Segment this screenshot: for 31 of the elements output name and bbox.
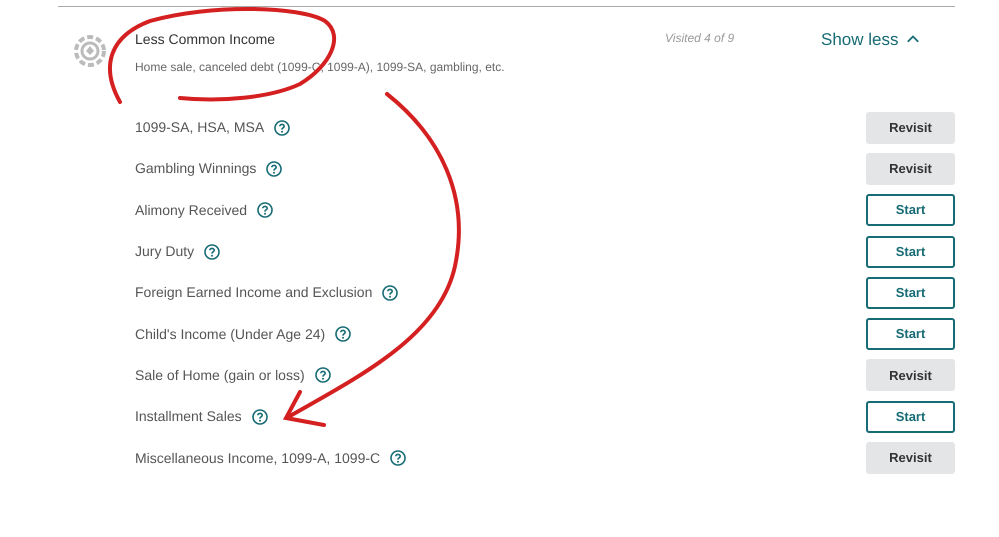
start-button[interactable]: Start xyxy=(866,276,955,309)
help-icon[interactable] xyxy=(382,284,398,301)
help-icon[interactable] xyxy=(252,408,268,425)
start-button[interactable]: Start xyxy=(866,318,955,350)
show-less-link[interactable]: Show less xyxy=(821,27,920,52)
revisit-button[interactable]: Revisit xyxy=(866,112,955,144)
help-icon[interactable] xyxy=(204,244,220,260)
item-label: Miscellaneous Income, 1099-A, 1099-C xyxy=(135,448,380,468)
item-label: Child's Income (Under Age 24) xyxy=(135,324,326,344)
item-label: 1099-SA, HSA, MSA xyxy=(135,118,264,138)
help-icon[interactable] xyxy=(314,367,331,384)
item-label: Gambling Winnings xyxy=(135,159,256,178)
revisit-button[interactable]: Revisit xyxy=(866,359,955,392)
start-button[interactable]: Start xyxy=(866,236,955,268)
revisit-button[interactable]: Revisit xyxy=(866,152,955,185)
item-label: Sale of Home (gain or loss) xyxy=(135,366,305,385)
item-label: Jury Duty xyxy=(135,242,194,262)
help-icon[interactable] xyxy=(390,450,406,466)
item-label: Alimony Received xyxy=(135,200,248,220)
start-button[interactable]: Start xyxy=(866,194,955,226)
start-button[interactable]: Start xyxy=(866,400,955,433)
item-label: Installment Sales xyxy=(135,407,242,426)
help-icon[interactable] xyxy=(335,326,352,342)
help-icon[interactable] xyxy=(257,202,274,218)
chip-icon xyxy=(74,35,106,67)
visited-count: Visited 4 of 9 xyxy=(665,30,736,47)
item-label: Foreign Earned Income and Exclusion xyxy=(135,283,372,302)
help-icon[interactable] xyxy=(274,120,290,136)
help-icon[interactable] xyxy=(266,160,282,177)
section-title: Less Common Income xyxy=(135,30,276,49)
revisit-button[interactable]: Revisit xyxy=(866,442,955,474)
